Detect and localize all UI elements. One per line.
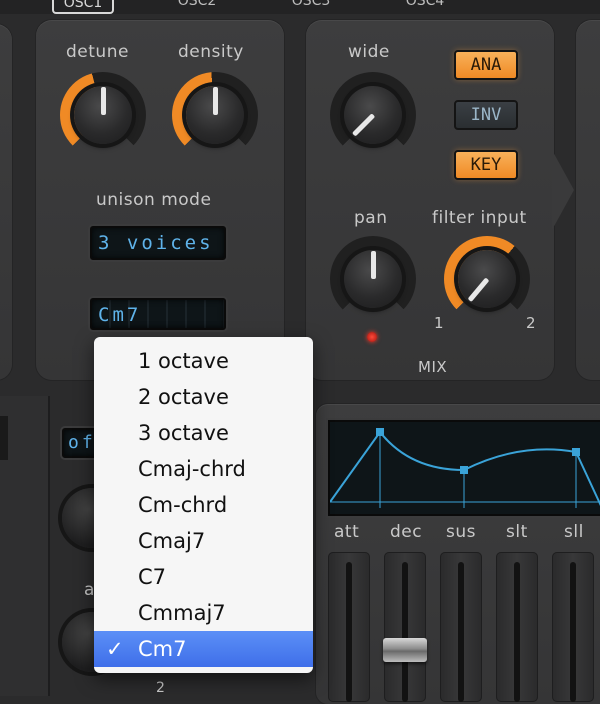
menu-item-cm7[interactable]: ✓ Cm7	[94, 631, 313, 667]
envelope-label-sus: sus	[446, 522, 476, 542]
menu-item-cmmaj7[interactable]: Cmmaj7	[94, 595, 313, 631]
menu-item-cmaj7[interactable]: Cmaj7	[94, 523, 313, 559]
menu-item-3-octave[interactable]: 3 octave	[94, 415, 313, 451]
menu-item-label: 1 octave	[138, 349, 229, 373]
menu-item-label: Cmaj-chrd	[138, 457, 246, 481]
menu-item-label: C7	[138, 565, 167, 589]
mix-section-label: MIX	[418, 358, 448, 376]
menu-item-c7[interactable]: C7	[94, 559, 313, 595]
filter-input-min-label: 1	[434, 314, 445, 332]
lower-left-block	[0, 416, 8, 460]
filter-input-knob[interactable]	[444, 236, 530, 322]
pan-label: pan	[354, 208, 388, 228]
envelope-node-release	[572, 448, 580, 456]
envelope-display[interactable]	[328, 420, 600, 516]
wide-knob[interactable]	[330, 72, 416, 158]
menu-item-2-octave[interactable]: 2 octave	[94, 379, 313, 415]
menu-item-cm-chrd[interactable]: Cm-chrd	[94, 487, 313, 523]
ana-button[interactable]: ANA	[454, 50, 518, 80]
dec-fader[interactable]	[383, 552, 427, 702]
tab-osc3[interactable]: OSC3	[282, 0, 340, 12]
lower-label-fragment-2: 2	[156, 680, 166, 696]
pan-indicator-led	[367, 332, 377, 342]
menu-item-1-octave[interactable]: 1 octave	[94, 343, 313, 379]
tab-osc4[interactable]: OSC4	[396, 0, 454, 12]
menu-item-cmaj-chrd[interactable]: Cmaj-chrd	[94, 451, 313, 487]
envelope-label-dec: dec	[390, 522, 423, 542]
filter-input-label: filter input	[432, 208, 527, 228]
slt-fader[interactable]	[496, 552, 538, 702]
envelope-node-sustain	[460, 466, 468, 474]
envelope-graph	[330, 428, 600, 508]
inv-button[interactable]: INV	[454, 100, 518, 130]
checkmark-icon: ✓	[106, 637, 124, 661]
detune-knob[interactable]	[60, 72, 146, 158]
unison-chord-display[interactable]: Cm7	[90, 298, 226, 330]
dec-fader-handle[interactable]	[383, 638, 427, 662]
sll-fader[interactable]	[552, 552, 594, 702]
att-fader[interactable]	[328, 552, 370, 702]
envelope-label-sll: sll	[564, 522, 584, 542]
density-knob[interactable]	[172, 72, 258, 158]
envelope-label-slt: slt	[506, 522, 528, 542]
filter-input-max-label: 2	[526, 314, 537, 332]
left-edge-panel	[0, 24, 12, 380]
pan-knob[interactable]	[330, 236, 416, 322]
chord-dropdown-menu: 1 octave 2 octave 3 octave Cmaj-chrd Cm-…	[94, 337, 313, 673]
wide-label: wide	[348, 42, 390, 62]
osc-tab-strip: OSC1 OSC2 OSC3 OSC4	[0, 0, 600, 14]
menu-item-label: Cm-chrd	[138, 493, 228, 517]
detune-label: detune	[66, 42, 129, 62]
menu-item-label: Cmaj7	[138, 529, 206, 553]
tab-osc1[interactable]: OSC1	[52, 0, 114, 14]
unison-voices-display[interactable]: 3 voices	[90, 226, 226, 260]
sus-fader[interactable]	[440, 552, 482, 702]
envelope-label-att: att	[334, 522, 360, 542]
menu-item-label: Cm7	[138, 637, 187, 661]
key-button[interactable]: KEY	[454, 150, 518, 180]
mix-panel-arrow	[552, 150, 574, 230]
menu-item-label: Cmmaj7	[138, 601, 226, 625]
right-edge-panel	[576, 20, 600, 380]
menu-item-label: 2 octave	[138, 385, 229, 409]
menu-item-label: 3 octave	[138, 421, 229, 445]
envelope-node-attack	[376, 428, 384, 436]
unison-mode-label: unison mode	[96, 190, 212, 210]
tab-osc2[interactable]: OSC2	[168, 0, 226, 12]
density-label: density	[178, 42, 244, 62]
